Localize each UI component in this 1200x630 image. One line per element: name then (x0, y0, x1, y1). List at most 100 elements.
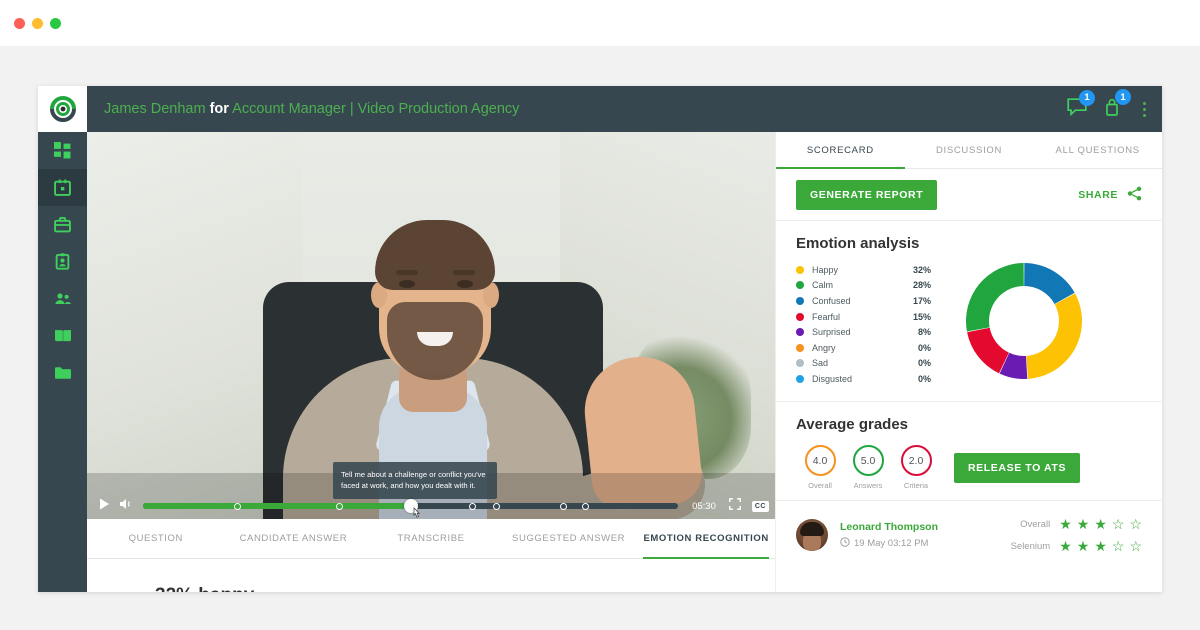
reviewer-info: Leonard Thompson 19 May 03:12 PM (840, 521, 938, 550)
legend-value: 0% (917, 373, 931, 384)
grade-answers: 5.0 Answers (844, 445, 892, 490)
fullscreen-icon (728, 497, 741, 515)
panel-actions-row: GENERATE REPORT SHARE (776, 169, 1162, 221)
reviewer-name[interactable]: Leonard Thompson (840, 521, 938, 533)
briefcase-icon (54, 216, 71, 233)
app-logo[interactable] (38, 86, 87, 132)
notifications-button[interactable]: 1 (1103, 89, 1131, 121)
video-hair (375, 220, 495, 290)
tab-scorecard[interactable]: SCORECARD (776, 132, 905, 169)
legend-label: Happy (812, 264, 839, 275)
star-empty[interactable]: ☆ (1129, 517, 1142, 531)
sidebar-item-candidates[interactable] (38, 243, 87, 280)
star-filled[interactable]: ★ (1094, 517, 1107, 531)
generate-report-button[interactable]: GENERATE REPORT (796, 179, 938, 210)
sidebar-item-calendar[interactable] (38, 169, 87, 206)
emotion-analysis-section: Emotion analysis Happy 32% Calm 28% Conf… (776, 221, 1162, 402)
legend-item: Surprised 8% (796, 324, 931, 340)
tab-question[interactable]: QUESTION (87, 519, 225, 559)
legend-color-dot (796, 281, 804, 290)
star-empty[interactable]: ☆ (1129, 539, 1142, 553)
progress-marker[interactable] (469, 502, 477, 510)
chat-badge: 1 (1079, 89, 1095, 106)
reviewer-ratings: Overall ★ ★ ★ ☆ ☆ Selenium ★ ★ ★ ☆ ☆ (1011, 513, 1142, 557)
tab-discussion[interactable]: DISCUSSION (905, 132, 1034, 168)
minimize-window-dot[interactable] (32, 17, 43, 29)
share-button[interactable]: SHARE (1078, 186, 1142, 204)
progress-scrubber[interactable] (403, 499, 418, 513)
progress-marker[interactable] (581, 502, 589, 510)
grade-value: 2.0 (900, 445, 932, 476)
sidebar-item-jobs[interactable] (38, 206, 87, 243)
donut-slice[interactable] (966, 263, 1024, 332)
play-button[interactable] (93, 497, 115, 515)
video-progress-bar[interactable] (143, 496, 679, 518)
legend-color-dot (796, 359, 804, 368)
legend-label: Calm (812, 280, 834, 291)
star-filled[interactable]: ★ (1059, 539, 1072, 553)
tab-transcribe[interactable]: TRANSCRIBE (362, 519, 500, 559)
progress-marker[interactable] (335, 502, 343, 510)
play-icon (99, 497, 110, 515)
avatar (796, 519, 828, 551)
emotion-donut-chart (959, 256, 1089, 391)
legend-value: 15% (912, 311, 931, 322)
star-filled[interactable]: ★ (1077, 539, 1090, 553)
sidebar-item-team[interactable] (38, 280, 87, 317)
progress-marker[interactable] (233, 502, 241, 510)
sidebar-item-library[interactable] (38, 317, 87, 354)
notifications-badge: 1 (1115, 89, 1131, 105)
volume-icon (119, 497, 133, 515)
rating-overall: Overall ★ ★ ★ ☆ ☆ (1011, 513, 1142, 535)
sidebar-item-dashboard[interactable] (38, 132, 87, 169)
grade-value: 4.0 (804, 445, 836, 476)
star-empty[interactable]: ☆ (1112, 539, 1125, 553)
legend-color-dot (796, 374, 804, 383)
fullscreen-button[interactable] (724, 497, 746, 515)
grade-label: Criteria (903, 481, 929, 490)
legend-color-dot (796, 296, 804, 305)
app-window: James Denham for Account Manager | Video… (38, 86, 1162, 592)
chat-button[interactable]: 1 (1067, 89, 1095, 121)
emotion-legend: Happy 32% Calm 28% Confused 17% Fearful … (796, 262, 931, 387)
close-window-dot[interactable] (14, 17, 25, 29)
rating-selenium: Selenium ★ ★ ★ ☆ ☆ (1011, 535, 1142, 557)
star-filled[interactable]: ★ (1059, 517, 1072, 531)
rating-label: Selenium (1010, 540, 1051, 552)
legend-label: Angry (812, 342, 836, 353)
video-tabs: QUESTION CANDIDATE ANSWER TRANSCRIBE SUG… (87, 519, 775, 559)
sidebar-item-files[interactable] (38, 354, 87, 391)
emotion-analysis-body: Happy 32% Calm 28% Confused 17% Fearful … (796, 262, 1142, 391)
header-title: James Denham for Account Manager | Video… (104, 101, 519, 117)
tab-suggested-answer[interactable]: SUGGESTED ANSWER (500, 519, 638, 559)
share-icon (1127, 186, 1142, 204)
legend-label: Fearful (812, 311, 841, 322)
tab-candidate-answer[interactable]: CANDIDATE ANSWER (225, 519, 363, 559)
release-to-ats-button[interactable]: RELEASE TO ATS (954, 452, 1081, 483)
top-header: James Denham for Account Manager | Video… (87, 86, 1162, 132)
legend-item: Sad 0% (796, 356, 931, 372)
legend-item: Happy 32% (796, 262, 931, 278)
captions-button[interactable]: CC (751, 500, 769, 512)
grade-overall: 4.0 Overall (796, 445, 844, 490)
legend-value: 8% (917, 327, 931, 338)
legend-value: 32% (912, 264, 931, 275)
tab-emotion-recognition[interactable]: EMOTION RECOGNITION (637, 519, 775, 559)
legend-item: Disgusted 0% (796, 371, 931, 387)
scorecard-panel: SCORECARD DISCUSSION ALL QUESTIONS GENER… (775, 132, 1162, 592)
maximize-window-dot[interactable] (50, 17, 61, 29)
kebab-menu-icon[interactable] (1137, 98, 1152, 121)
star-empty[interactable]: ☆ (1112, 517, 1125, 531)
grid-icon (54, 142, 71, 159)
progress-marker[interactable] (560, 502, 568, 510)
grade-criteria: 2.0 Criteria (892, 445, 940, 490)
tab-all-questions[interactable]: ALL QUESTIONS (1033, 132, 1162, 168)
video-player[interactable]: Tell me about a challenge or conflict yo… (87, 132, 775, 519)
legend-color-dot (796, 343, 804, 352)
donut-slice[interactable] (967, 327, 1009, 374)
donut-slice[interactable] (1026, 293, 1082, 379)
volume-button[interactable] (115, 497, 137, 515)
star-filled[interactable]: ★ (1094, 539, 1107, 553)
star-filled[interactable]: ★ (1077, 517, 1090, 531)
legend-label: Sad (812, 358, 829, 369)
